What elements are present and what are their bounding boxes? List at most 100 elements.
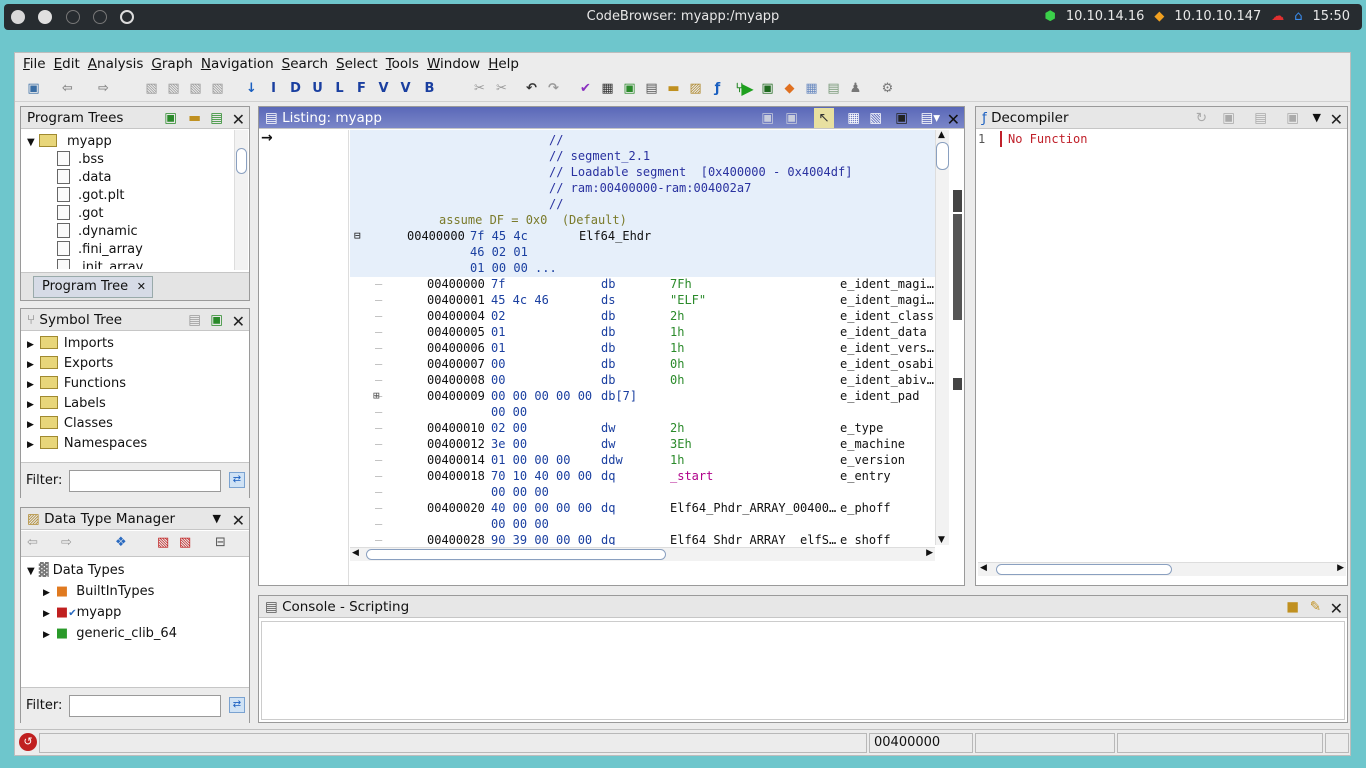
next-v-button[interactable]: V (397, 80, 414, 97)
new-tree-icon[interactable]: ▣ (164, 107, 177, 129)
dt-builtin[interactable]: ▶ ■ BuiltInTypes (43, 583, 154, 601)
function-icon[interactable]: ƒ (709, 80, 726, 97)
undo-icon[interactable]: ↶ (523, 80, 540, 97)
open-folder-icon[interactable]: ▬ (188, 107, 201, 129)
nav-icon-1[interactable]: ▧ (143, 80, 160, 97)
menu-analysis[interactable]: Analysis (88, 56, 144, 72)
close-icon[interactable]: ✕ (232, 510, 245, 532)
scrollbar-thumb[interactable] (996, 564, 1172, 575)
grid-icon[interactable]: ▦ (803, 80, 820, 97)
copy-icon[interactable]: ▣ (1222, 107, 1235, 129)
datatype-icon[interactable]: ▨ (687, 80, 704, 97)
menu-search[interactable]: Search (282, 56, 328, 72)
snapshot-icon[interactable]: ▣ (895, 107, 908, 129)
next-instruction-button[interactable]: I (265, 80, 282, 97)
tab-program-tree[interactable]: Program Tree ✕ (33, 276, 153, 298)
symbol-functions[interactable]: ▶ Functions (27, 375, 126, 393)
menu-edit[interactable]: Edit (54, 56, 80, 72)
overview-bar[interactable] (951, 130, 964, 545)
tab-close-icon[interactable]: ✕ (137, 277, 146, 297)
export-icon[interactable]: ▣ (210, 309, 223, 331)
close-icon[interactable]: ✕ (1330, 109, 1343, 131)
redo-icon[interactable]: ↷ (545, 80, 562, 97)
close-icon[interactable]: ✕ (232, 311, 245, 333)
field-icon[interactable]: ▦ (847, 107, 860, 129)
dt-root[interactable]: ▼ ▓ Data Types (27, 562, 125, 580)
check-icon[interactable]: ✔ (577, 80, 594, 97)
paste-icon[interactable]: ▣ (785, 107, 798, 129)
filter-input[interactable] (69, 470, 221, 492)
filter-input[interactable] (69, 695, 221, 717)
menu-window[interactable]: Window (427, 56, 480, 72)
save-icon[interactable]: ▣ (25, 80, 42, 97)
tool-icon-2[interactable]: ✂ (493, 80, 510, 97)
horizontal-scrollbar[interactable]: ◀ ▶ (978, 562, 1346, 576)
console-output[interactable] (261, 621, 1345, 720)
options-dropdown-icon[interactable]: ▤▾ (920, 107, 940, 129)
tree-item-bss[interactable]: .bss (57, 151, 104, 169)
forward-icon[interactable]: ⇨ (95, 80, 112, 97)
diff-icon[interactable]: ▧ (869, 107, 882, 129)
scroll-left-icon[interactable]: ◀ (352, 548, 359, 558)
scrollbar-thumb[interactable] (236, 148, 247, 174)
nav-icon-4[interactable]: ▧ (209, 80, 226, 97)
listing-code[interactable]: // // segment_2.1 // Loadable segment [0… (350, 130, 935, 545)
menu-tools[interactable]: Tools (386, 56, 419, 72)
dt-myapp[interactable]: ▶ ■✔myapp (43, 604, 121, 622)
copy-icon[interactable]: ▣ (761, 107, 774, 129)
collapse-all-icon[interactable]: ⊟ (215, 535, 226, 550)
menu-file[interactable]: File (23, 56, 46, 72)
scroll-left-icon[interactable]: ◀ (980, 563, 987, 573)
next-function-button[interactable]: F (353, 80, 370, 97)
tree-root[interactable]: ▼ myapp (27, 133, 112, 151)
dt-generic-clib[interactable]: ▶ ■ generic_clib_64 (43, 625, 177, 643)
tree-item-dynamic[interactable]: .dynamic (57, 223, 138, 241)
close-icon[interactable]: ✕ (232, 109, 245, 131)
filter-options-icon[interactable]: ⇄ (229, 697, 245, 713)
collapse-icon[interactable]: ▼ (27, 137, 35, 148)
scrollbar-thumb[interactable] (936, 142, 949, 170)
create-icon[interactable]: ▤ (188, 309, 201, 331)
refresh-icon[interactable]: ↻ (1196, 107, 1207, 129)
person-icon[interactable]: ♟ (847, 80, 864, 97)
run-icon[interactable]: ▶ (739, 80, 756, 97)
export-icon[interactable]: ▤ (825, 80, 842, 97)
tree-item-got-plt[interactable]: .got.plt (57, 187, 125, 205)
forward-icon[interactable]: ⇨ (61, 535, 72, 550)
scroll-right-icon[interactable]: ▶ (1337, 563, 1344, 573)
tree-item-init-array[interactable]: .init_array (57, 259, 143, 269)
vertical-scrollbar[interactable] (234, 130, 248, 270)
down-arrow-icon[interactable]: ↓ (243, 80, 260, 97)
table-icon[interactable]: ▤ (643, 80, 660, 97)
clear-icon[interactable]: ✎ (1310, 596, 1321, 618)
symbol-labels[interactable]: ▶ Labels (27, 395, 106, 413)
diamond-icon[interactable]: ◆ (781, 80, 798, 97)
symbol-exports[interactable]: ▶ Exports (27, 355, 113, 373)
status-icon[interactable]: ↺ (19, 733, 37, 751)
menu-graph[interactable]: Graph (151, 56, 192, 72)
symbol-namespaces[interactable]: ▶ Namespaces (27, 435, 147, 453)
symbol-classes[interactable]: ▶ Classes (27, 415, 113, 433)
scroll-down-icon[interactable]: ▼ (938, 535, 945, 545)
next-label-button[interactable]: L (331, 80, 348, 97)
cursor-icon[interactable]: ↖ (814, 108, 834, 128)
terminal-icon[interactable]: ▣ (759, 80, 776, 97)
menu-dropdown-icon[interactable]: ▼ (213, 508, 221, 530)
refresh-icon[interactable]: ▣ (621, 80, 638, 97)
next-undefined-button[interactable]: U (309, 80, 326, 97)
symbol-imports[interactable]: ▶ Imports (27, 335, 114, 353)
next-data-button[interactable]: D (287, 80, 304, 97)
menu-help[interactable]: Help (488, 56, 519, 72)
menu-navigation[interactable]: Navigation (201, 56, 274, 72)
back-icon[interactable]: ⇦ (59, 80, 76, 97)
scrollbar-thumb[interactable] (366, 549, 666, 560)
back-icon[interactable]: ⇦ (27, 535, 38, 550)
arrange-icon[interactable]: ❖ (115, 535, 127, 550)
scroll-right-icon[interactable]: ▶ (926, 548, 933, 558)
filter-pointers-icon[interactable]: ▧ (157, 535, 169, 550)
debug-icon[interactable]: ⚙ (879, 80, 896, 97)
close-icon[interactable]: ✕ (947, 109, 960, 131)
tree-item-fini-array[interactable]: .fini_array (57, 241, 143, 259)
snapshot-icon[interactable]: ▣ (1286, 107, 1299, 129)
lock-icon[interactable]: ■ (1286, 596, 1299, 618)
